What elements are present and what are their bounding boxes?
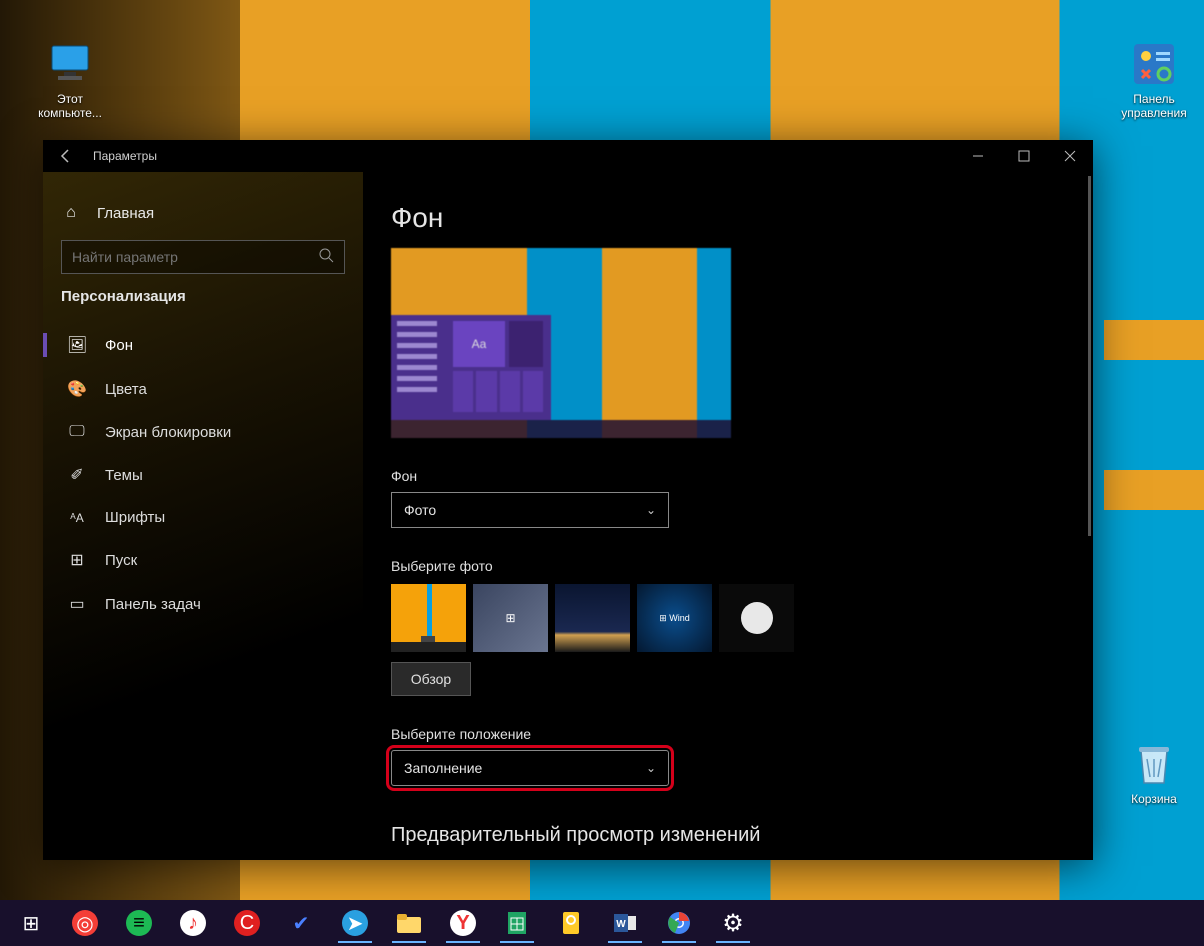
taskbar: ⊞ ◎ ≡ ♪ C ✔ ➤ Y W ⚙	[0, 900, 1204, 946]
sidebar-item-background[interactable]: 🖼 Фон	[61, 323, 345, 367]
desktop-icon-label: Панель управления	[1114, 92, 1194, 120]
browse-button[interactable]: Обзор	[391, 662, 471, 696]
taskbar-app-keep[interactable]	[548, 903, 594, 943]
start-icon: ⊞	[67, 550, 87, 570]
sidebar-category: Персонализация	[61, 288, 345, 305]
picture-icon: 🖼	[67, 335, 87, 355]
back-button[interactable]	[43, 140, 89, 172]
minimize-button[interactable]	[955, 140, 1001, 172]
titlebar: Параметры	[43, 140, 1093, 172]
desktop-preview	[391, 248, 731, 438]
sidebar-item-lockscreen[interactable]: 🖵 Экран блокировки	[61, 411, 345, 453]
page-title: Фон	[391, 202, 1073, 234]
browse-button-label: Обзор	[411, 671, 451, 687]
taskbar-app-chrome[interactable]	[656, 903, 702, 943]
position-label: Выберите положение	[391, 726, 1073, 742]
desktop-icon-label: Корзина	[1114, 792, 1194, 806]
sidebar-item-taskbar[interactable]: ▭ Панель задач	[61, 582, 345, 626]
chevron-down-icon: ⌄	[646, 761, 656, 775]
position-dropdown[interactable]: Заполнение ⌄	[391, 750, 669, 786]
recycle-bin-icon	[1130, 740, 1178, 788]
dropdown-value: Заполнение	[404, 760, 482, 776]
taskbar-app-word[interactable]: W	[602, 903, 648, 943]
sidebar-item-label: Шрифты	[105, 509, 165, 526]
photo-thumb[interactable]	[473, 584, 548, 652]
dropdown-value: Фото	[404, 502, 436, 518]
sidebar-home-label: Главная	[97, 205, 154, 222]
content-pane: Фон Фон Фото ⌄ Выберите фото ⊞ Wind	[363, 172, 1093, 860]
sidebar-home[interactable]: ⌂ Главная	[61, 192, 345, 234]
taskbar-app-telegram[interactable]: ➤	[332, 903, 378, 943]
photo-thumbnails: ⊞ Wind	[391, 584, 1073, 652]
sidebar-item-themes[interactable]: ✐ Темы	[61, 453, 345, 497]
svg-text:W: W	[616, 919, 626, 930]
background-type-dropdown[interactable]: Фото ⌄	[391, 492, 669, 528]
sidebar-item-label: Фон	[105, 337, 133, 354]
taskbar-app-yandex[interactable]: Y	[440, 903, 486, 943]
choose-photo-label: Выберите фото	[391, 558, 1073, 574]
sidebar-item-label: Цвета	[105, 381, 147, 398]
desktop-icon-control-panel[interactable]: Панель управления	[1114, 40, 1194, 120]
maximize-button[interactable]	[1001, 140, 1047, 172]
taskbar-app-sheets[interactable]	[494, 903, 540, 943]
control-panel-icon	[1130, 40, 1178, 88]
desktop-icon-this-pc[interactable]: Этот компьюте...	[30, 40, 110, 120]
chevron-down-icon: ⌄	[646, 503, 656, 517]
taskbar-icon: ▭	[67, 594, 87, 614]
taskbar-app-todo[interactable]: ✔	[278, 903, 324, 943]
lockscreen-icon: 🖵	[67, 423, 87, 441]
taskbar-app-settings[interactable]: ⚙	[710, 903, 756, 943]
taskbar-app-pocketcasts[interactable]: ◎	[62, 903, 108, 943]
sidebar-item-colors[interactable]: 🎨 Цвета	[61, 367, 345, 411]
sidebar-item-label: Темы	[105, 467, 143, 484]
preview-changes-header: Предварительный просмотр изменений	[391, 824, 1073, 847]
fonts-icon: ᴬA	[67, 511, 87, 525]
start-button[interactable]: ⊞	[8, 903, 54, 943]
home-icon: ⌂	[61, 204, 81, 222]
sidebar-item-start[interactable]: ⊞ Пуск	[61, 538, 345, 582]
search-icon	[318, 247, 334, 268]
sidebar-item-label: Пуск	[105, 552, 137, 569]
taskbar-app-spotify[interactable]: ≡	[116, 903, 162, 943]
taskbar-app-itunes[interactable]: ♪	[170, 903, 216, 943]
monitor-icon	[46, 40, 94, 88]
scrollbar[interactable]	[1088, 176, 1091, 536]
photo-thumb[interactable]	[719, 584, 794, 652]
search-box[interactable]	[61, 240, 345, 274]
sidebar-item-label: Экран блокировки	[105, 424, 231, 441]
sidebar-item-label: Панель задач	[105, 596, 201, 613]
window-title: Параметры	[89, 149, 955, 163]
search-input[interactable]	[72, 249, 318, 265]
desktop-icon-recycle-bin[interactable]: Корзина	[1114, 740, 1194, 806]
photo-thumb[interactable]	[555, 584, 630, 652]
sidebar-item-fonts[interactable]: ᴬA Шрифты	[61, 497, 345, 538]
background-label: Фон	[391, 468, 1073, 484]
themes-icon: ✐	[67, 465, 87, 485]
settings-window: Параметры ⌂ Главная П	[43, 140, 1093, 860]
taskbar-app-explorer[interactable]	[386, 903, 432, 943]
sidebar: ⌂ Главная Персонализация 🖼 Фон 🎨 Цвета 🖵	[43, 172, 363, 860]
palette-icon: 🎨	[67, 379, 87, 399]
photo-thumb[interactable]: ⊞ Wind	[637, 584, 712, 652]
desktop-icon-label: Этот компьюте...	[30, 92, 110, 120]
taskbar-app-ccleaner[interactable]: C	[224, 903, 270, 943]
photo-thumb[interactable]	[391, 584, 466, 652]
close-button[interactable]	[1047, 140, 1093, 172]
